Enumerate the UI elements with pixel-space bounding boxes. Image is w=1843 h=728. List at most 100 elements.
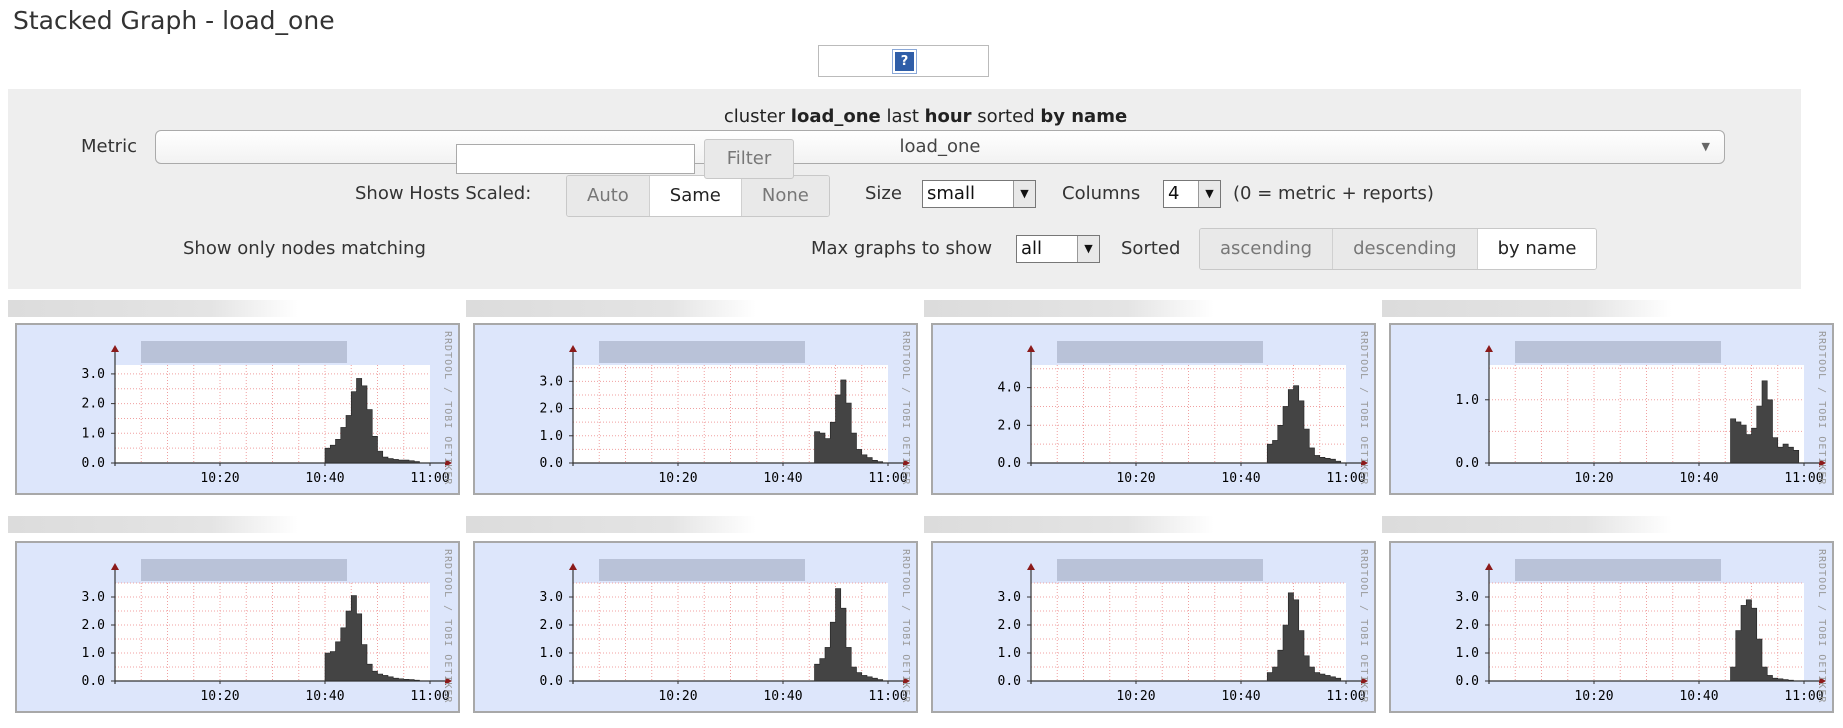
x-tick-label: 10:40 xyxy=(1221,471,1260,486)
host-name-bar xyxy=(924,300,1214,317)
graph-description: cluster load_one last hour sorted by nam… xyxy=(8,106,1843,127)
y-tick-label: 3.0 xyxy=(540,590,563,605)
y-tick-label: 1.0 xyxy=(82,426,105,441)
y-tick-label: 0.0 xyxy=(1456,456,1479,471)
host-graph-chart: 0.01.02.03.010:20 10:40 11:00RRDTOOL / TOB… xyxy=(540,331,911,486)
x-tick-label: 10:40 xyxy=(305,471,344,486)
description-text: sorted xyxy=(971,106,1041,127)
metric-label: Metric xyxy=(81,136,137,157)
host-graph-chart: 0.01.02.03.010:20 10:40 11:00RRDTOOL / TOB… xyxy=(82,331,453,486)
host-graph[interactable]: 0.0 1.0 2.0 3.0 10:20 10:40 11:00 RRDTOOL / TOB… xyxy=(931,541,1376,713)
x-tick-label: 10:40 xyxy=(763,689,802,704)
host-graph-chart: 0.01.02.03.010:20 10:40 11:00RRDTOOL / TOB… xyxy=(540,549,911,704)
host-name-bar xyxy=(1382,300,1672,317)
x-tick-label: 10:20 xyxy=(1116,689,1155,704)
y-axis-arrow xyxy=(1027,563,1035,570)
y-axis-arrow xyxy=(111,345,119,352)
y-tick-label: 1.0 xyxy=(998,646,1021,661)
scaled-option-none[interactable]: None xyxy=(741,176,829,216)
host-graph[interactable]: 0.0 1.0 2.0 3.0 10:20 10:40 11:00 RRDTOOL / TOB… xyxy=(473,541,918,713)
y-tick-label: 0.0 xyxy=(998,674,1021,689)
y-tick-label: 2.0 xyxy=(1456,618,1479,633)
y-tick-label: 1.0 xyxy=(1456,646,1479,661)
graph-title-bar xyxy=(1515,559,1721,581)
sort-option-by-name[interactable]: by name xyxy=(1477,229,1597,269)
y-tick-label: 3.0 xyxy=(82,590,105,605)
filter-label: Show only nodes matching xyxy=(183,238,426,259)
host-graph[interactable]: 0.0 1.0 2.0 3.0 10:20 10:40 11:00 RRDTOOL / TOB… xyxy=(15,541,460,713)
host-name-bar xyxy=(924,516,1214,533)
y-axis-arrow xyxy=(569,563,577,570)
y-tick-label: 2.0 xyxy=(82,618,105,633)
columns-label: Columns xyxy=(1062,183,1141,204)
metric-select[interactable]: load_one ▼ xyxy=(155,130,1725,164)
host-graph-chart: 0.01.010:20 10:40 11:00RRDTOOL / TOBI OETI… xyxy=(1456,331,1827,486)
host-graph-chart: 0.01.02.03.010:20 10:40 11:00RRDTOOL / TOB… xyxy=(82,549,453,704)
host-name-bar xyxy=(1382,516,1672,533)
host-graph[interactable]: 0.0 2.0 4.0 10:20 10:40 11:00 RRDTOOL / TOBI O… xyxy=(931,323,1376,495)
description-metric: load_one xyxy=(790,106,881,127)
sort-option-ascending[interactable]: ascending xyxy=(1200,229,1334,269)
description-sort: by name xyxy=(1040,106,1128,127)
host-name-bar xyxy=(466,516,756,533)
columns-note: (0 = metric + reports) xyxy=(1233,183,1434,204)
scaled-option-same[interactable]: Same xyxy=(649,176,742,216)
filter-input[interactable] xyxy=(456,144,695,174)
rrdtool-watermark: RRDTOOL / TOBI OETIKER xyxy=(442,331,453,485)
filter-button[interactable]: Filter xyxy=(704,139,794,179)
rrdtool-watermark: RRDTOOL / TOBI OETIKER xyxy=(442,549,453,703)
x-tick-label: 10:40 xyxy=(305,689,344,704)
y-tick-label: 4.0 xyxy=(998,381,1021,396)
chevron-down-icon: ▼ xyxy=(1013,181,1035,207)
y-tick-label: 2.0 xyxy=(540,618,563,633)
host-graph-chart: 0.01.02.03.010:20 10:40 11:00RRDTOOL / TOB… xyxy=(998,549,1369,704)
y-tick-label: 1.0 xyxy=(1456,393,1479,408)
y-axis-arrow xyxy=(1485,345,1493,352)
host-graph-chart: 0.01.02.03.010:20 10:40 11:00RRDTOOL / TOB… xyxy=(1456,549,1827,704)
x-tick-label: 10:20 xyxy=(200,689,239,704)
host-graph-chart: 0.02.04.010:20 10:40 11:00RRDTOOL / TOBI O… xyxy=(998,331,1369,486)
rrdtool-watermark: RRDTOOL / TOBI OETIKER xyxy=(1358,331,1369,485)
scaled-toggle-group: Auto Same None xyxy=(566,175,830,217)
controls-panel: cluster load_one last hour sorted by nam… xyxy=(8,89,1801,289)
host-graph[interactable]: 0.0 1.0 2.0 3.0 10:20 10:40 11:00 RRDTOOL / TOB… xyxy=(15,323,460,495)
y-tick-label: 1.0 xyxy=(540,646,563,661)
y-tick-label: 0.0 xyxy=(540,674,563,689)
help-icon[interactable]: ? xyxy=(895,52,914,71)
chevron-down-icon: ▼ xyxy=(1077,236,1099,262)
help-button-container[interactable]: ? xyxy=(818,45,989,77)
description-text: cluster xyxy=(723,106,791,127)
chevron-down-icon: ▼ xyxy=(1198,181,1220,207)
rrdtool-watermark: RRDTOOL / TOBI OETIKER xyxy=(1816,549,1827,703)
y-tick-label: 3.0 xyxy=(540,374,563,389)
y-tick-label: 0.0 xyxy=(1456,674,1479,689)
x-tick-label: 10:20 xyxy=(1574,471,1613,486)
description-text: last xyxy=(880,106,925,127)
metric-select-value: load_one xyxy=(899,136,981,157)
scaled-option-auto[interactable]: Auto xyxy=(567,176,650,216)
sort-option-descending[interactable]: descending xyxy=(1333,229,1478,269)
columns-select[interactable]: 4 ▼ xyxy=(1163,180,1221,208)
y-tick-label: 0.0 xyxy=(998,456,1021,471)
rrdtool-watermark: RRDTOOL / TOBI OETIKER xyxy=(900,331,911,485)
y-tick-label: 2.0 xyxy=(998,618,1021,633)
y-tick-label: 3.0 xyxy=(998,590,1021,605)
show-hosts-scaled-label: Show Hosts Scaled: xyxy=(355,183,532,204)
y-tick-label: 1.0 xyxy=(82,646,105,661)
y-tick-label: 0.0 xyxy=(82,456,105,471)
host-graph[interactable]: 0.0 1.0 2.0 3.0 10:20 10:40 11:00 RRDTOOL / TOB… xyxy=(1389,541,1834,713)
x-tick-label: 10:40 xyxy=(763,471,802,486)
host-graph[interactable]: 0.0 1.0 2.0 3.0 10:20 10:40 11:00 RRDTOOL / TOB… xyxy=(473,323,918,495)
host-graph[interactable]: 0.0 1.0 10:20 10:40 11:00 RRDTOOL / TOBI OETI… xyxy=(1389,323,1834,495)
y-tick-label: 2.0 xyxy=(998,418,1021,433)
y-tick-label: 3.0 xyxy=(1456,590,1479,605)
y-axis-arrow xyxy=(569,345,577,352)
graph-title-bar xyxy=(141,341,347,363)
x-tick-label: 10:40 xyxy=(1221,689,1260,704)
max-graphs-select[interactable]: all ▼ xyxy=(1016,235,1100,263)
sort-toggle-group: ascending descending by name xyxy=(1199,228,1598,270)
size-select[interactable]: small ▼ xyxy=(922,180,1036,208)
description-range: hour xyxy=(924,106,972,127)
graph-title-bar xyxy=(599,341,805,363)
graph-title-bar xyxy=(1057,559,1263,581)
